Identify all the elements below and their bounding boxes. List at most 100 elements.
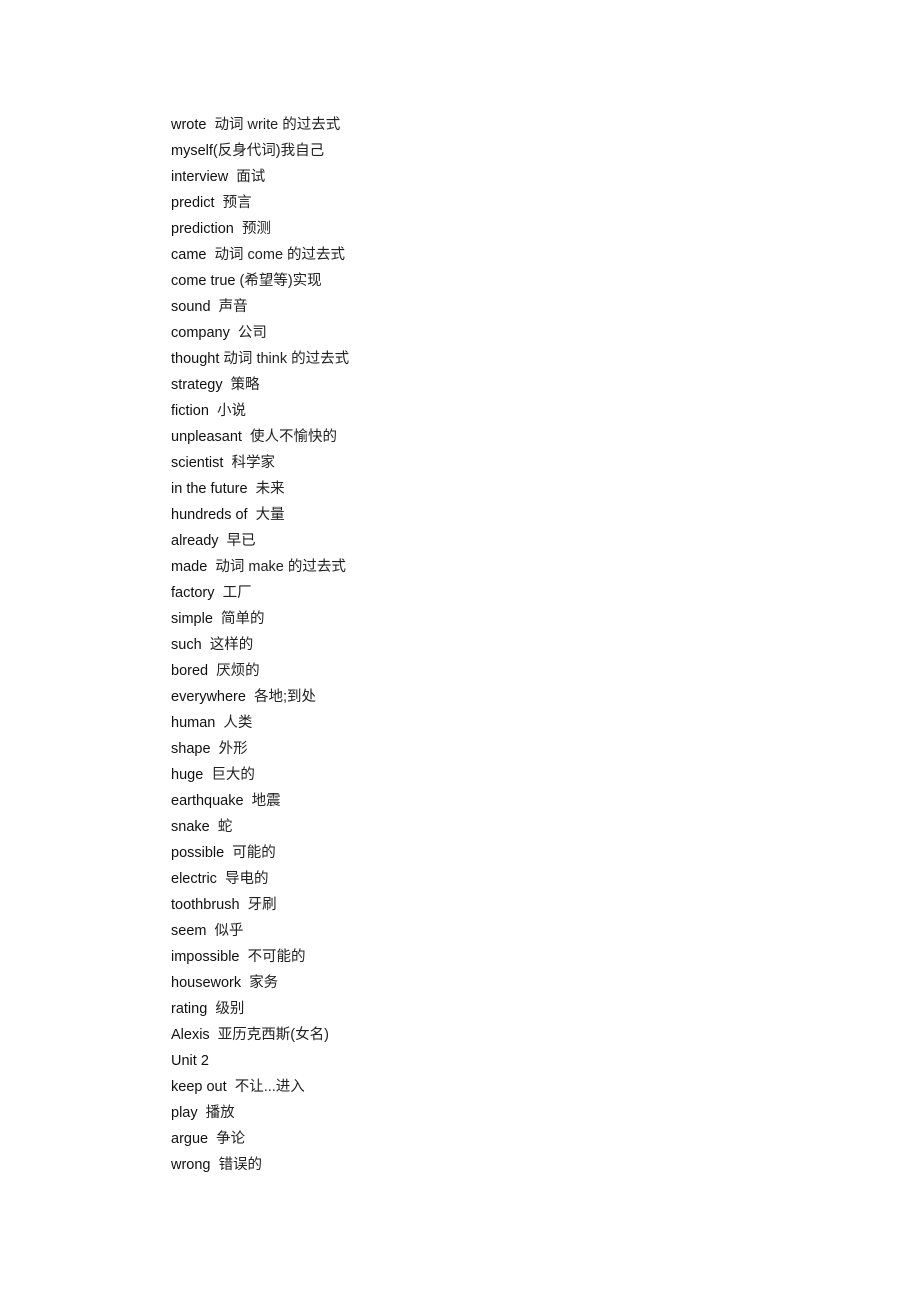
term-separator (217, 868, 225, 890)
vocab-meaning: 面试 (236, 169, 266, 185)
vocab-meaning: 播放 (205, 1105, 235, 1121)
term-separator (213, 608, 221, 630)
term-separator (215, 192, 223, 214)
vocab-term: in the future (171, 481, 248, 497)
term-separator (198, 1102, 206, 1124)
vocab-entry: everywhere 各地;到处 (171, 686, 349, 712)
term-separator (219, 530, 227, 552)
vocab-meaning: 公司 (237, 325, 267, 341)
vocab-entry: snake 蛇 (171, 816, 349, 842)
vocab-entry: seem 似乎 (171, 920, 349, 946)
vocab-term: wrote (171, 117, 207, 133)
vocab-entry: thought 动词 think 的过去式 (171, 348, 349, 374)
term-separator (234, 218, 242, 240)
vocab-term: such (171, 637, 202, 653)
vocab-meaning: 似乎 (214, 923, 244, 939)
vocab-term: scientist (171, 455, 224, 471)
vocab-entry: argue 争论 (171, 1128, 349, 1154)
vocab-entry: predict 预言 (171, 192, 349, 218)
term-separator (206, 244, 214, 266)
vocab-entry: bored 厌烦的 (171, 660, 349, 686)
vocab-entry: toothbrush 牙刷 (171, 894, 349, 920)
vocab-term: thought (171, 351, 220, 367)
vocab-term: interview (171, 169, 229, 185)
vocab-meaning: 厌烦的 (216, 663, 260, 679)
vocab-term: keep out (171, 1079, 227, 1095)
vocab-entry: simple 简单的 (171, 608, 349, 634)
vocab-meaning: 科学家 (231, 455, 275, 471)
vocab-entry: in the future 未来 (171, 478, 349, 504)
vocab-meaning: 巨大的 (211, 767, 255, 783)
term-separator (215, 582, 223, 604)
vocab-meaning: 导电的 (225, 871, 269, 887)
vocab-meaning: 小说 (216, 403, 246, 419)
vocab-term: everywhere (171, 689, 246, 705)
vocab-meaning: 争论 (216, 1131, 246, 1147)
vocab-term: simple (171, 611, 213, 627)
term-separator (244, 790, 252, 812)
term-separator (211, 296, 219, 318)
term-separator (206, 114, 214, 136)
vocab-entry: play 播放 (171, 1102, 349, 1128)
term-separator (223, 374, 231, 396)
vocab-meaning: 家务 (249, 975, 279, 991)
unit-heading: Unit 2 (171, 1053, 209, 1069)
vocab-meaning: 外形 (218, 741, 248, 757)
vocab-entry: rating 级别 (171, 998, 349, 1024)
vocab-entry: electric 导电的 (171, 868, 349, 894)
vocab-term: bored (171, 663, 209, 679)
vocab-entry: keep out 不让...进入 (171, 1076, 349, 1102)
vocab-entry: hundreds of 大量 (171, 504, 349, 530)
vocab-term: fiction (171, 403, 209, 419)
vocab-entry: interview 面试 (171, 166, 349, 192)
vocab-meaning: 人类 (223, 715, 253, 731)
term-separator (246, 686, 254, 708)
vocab-term: came (171, 247, 207, 263)
term-separator (240, 894, 248, 916)
vocab-term: already (171, 533, 219, 549)
vocab-meaning: 大量 (255, 507, 285, 523)
vocab-meaning: 亚历克西斯(女名) (217, 1027, 329, 1043)
vocab-entry: shape 外形 (171, 738, 349, 764)
vocab-entry: earthquake 地震 (171, 790, 349, 816)
vocab-meaning: 使人不愉快的 (250, 429, 338, 445)
vocab-term: human (171, 715, 216, 731)
vocab-meaning: (希望等)实现 (239, 273, 322, 289)
vocab-term: rating (171, 1001, 208, 1017)
vocab-entry: company 公司 (171, 322, 349, 348)
vocab-entry: came 动词 come 的过去式 (171, 244, 349, 270)
term-separator (202, 634, 210, 656)
vocab-term: predict (171, 195, 215, 211)
document-page: wrote 动词 write 的过去式 myself(反身代词)我自己 interv… (0, 0, 920, 1302)
vocab-entry: come true (希望等)实现 (171, 270, 349, 296)
vocab-term: made (171, 559, 208, 575)
vocab-meaning: 地震 (251, 793, 281, 809)
vocab-meaning: 策略 (230, 377, 260, 393)
vocab-meaning: 预测 (241, 221, 271, 237)
vocab-meaning: (反身代词)我自己 (212, 143, 325, 159)
vocab-meaning: 牙刷 (247, 897, 277, 913)
vocab-entry: possible 可能的 (171, 842, 349, 868)
term-separator (211, 738, 219, 760)
vocab-entry: factory 工厂 (171, 582, 349, 608)
vocab-meaning: 动词 make 的过去式 (215, 559, 346, 575)
vocab-entry: myself(反身代词)我自己 (171, 140, 349, 166)
vocab-meaning: 动词 think 的过去式 (223, 351, 350, 367)
term-separator (206, 920, 214, 942)
vocab-term: earthquake (171, 793, 244, 809)
vocab-term: housework (171, 975, 242, 991)
vocab-meaning: 可能的 (232, 845, 276, 861)
vocab-meaning: 动词 come 的过去式 (214, 247, 346, 263)
vocab-term: snake (171, 819, 210, 835)
vocab-term: come true (171, 273, 236, 289)
vocab-meaning: 声音 (218, 299, 248, 315)
vocab-term: toothbrush (171, 897, 240, 913)
vocab-meaning: 动词 write 的过去式 (214, 117, 341, 133)
term-separator (208, 660, 216, 682)
term-separator (208, 1128, 216, 1150)
term-separator (242, 426, 250, 448)
vocabulary-list: wrote 动词 write 的过去式 myself(反身代词)我自己 interv… (171, 114, 349, 1180)
vocab-entry: wrong 错误的 (171, 1154, 349, 1180)
vocab-entry: made 动词 make 的过去式 (171, 556, 349, 582)
vocab-meaning: 这样的 (209, 637, 254, 653)
